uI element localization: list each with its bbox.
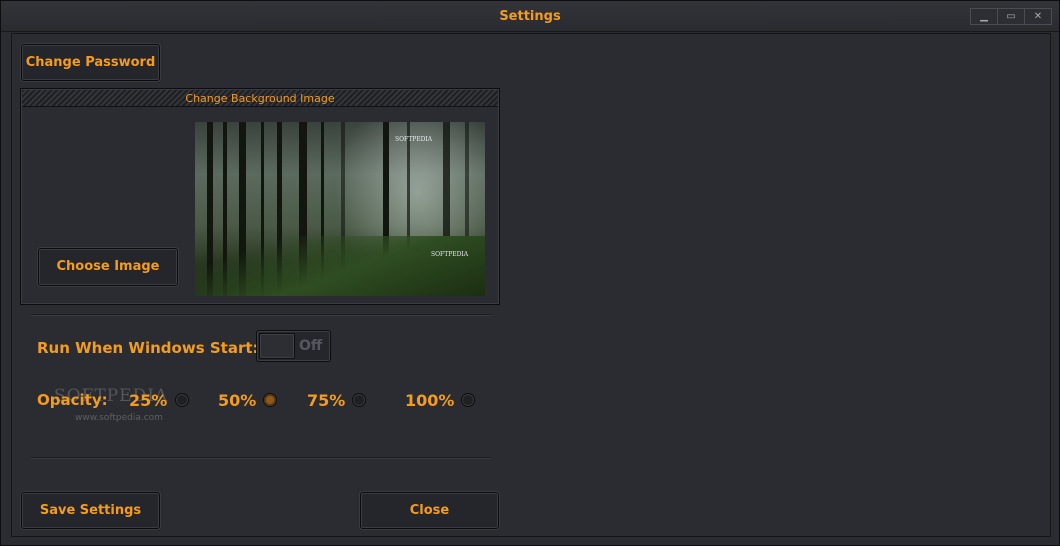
preview-watermark-bottom: SOFTPEDIA [431, 251, 469, 258]
run-on-startup-toggle[interactable]: Off [256, 330, 331, 362]
choose-image-button[interactable]: Choose Image [38, 248, 178, 286]
minimize-button[interactable]: ▁ [970, 8, 998, 25]
opacity-radio-100[interactable] [461, 393, 475, 407]
change-password-button[interactable]: Change Password [21, 44, 160, 81]
opacity-option-50-label: 50% [218, 391, 257, 410]
maximize-button[interactable]: ▭ [997, 8, 1025, 25]
title-bar[interactable]: Settings ▁ ▭ ✕ [1, 1, 1059, 32]
close-button[interactable]: Close [360, 492, 499, 529]
background-image-preview: SOFTPEDIA SOFTPEDIA [195, 122, 485, 296]
toggle-knob[interactable] [259, 333, 295, 359]
run-on-startup-label: Run When Windows Start: [37, 339, 259, 357]
opacity-option-75-label: 75% [307, 391, 346, 410]
window-controls: ▁ ▭ ✕ [970, 8, 1052, 25]
close-window-button[interactable]: ✕ [1024, 8, 1052, 25]
opacity-label: Opacity: [37, 391, 108, 409]
background-image-group: Change Background Image Choose Image SOF… [20, 88, 500, 305]
save-settings-button[interactable]: Save Settings [21, 492, 160, 529]
window-title: Settings [499, 9, 561, 24]
background-group-header: Change Background Image [22, 90, 498, 107]
softpedia-watermark-url: www.softpedia.com [75, 413, 163, 423]
opacity-radio-75[interactable] [352, 393, 366, 407]
preview-watermark-top: SOFTPEDIA [395, 136, 433, 143]
toggle-state-label: Off [299, 338, 323, 354]
divider-top [31, 314, 491, 315]
opacity-radio-25[interactable] [175, 393, 189, 407]
settings-window: Settings ▁ ▭ ✕ Change Password Change Ba… [0, 0, 1060, 546]
opacity-option-25-label: 25% [129, 391, 168, 410]
divider-bottom [31, 457, 491, 458]
opacity-option-100-label: 100% [405, 391, 455, 410]
opacity-radio-50[interactable] [263, 393, 277, 407]
